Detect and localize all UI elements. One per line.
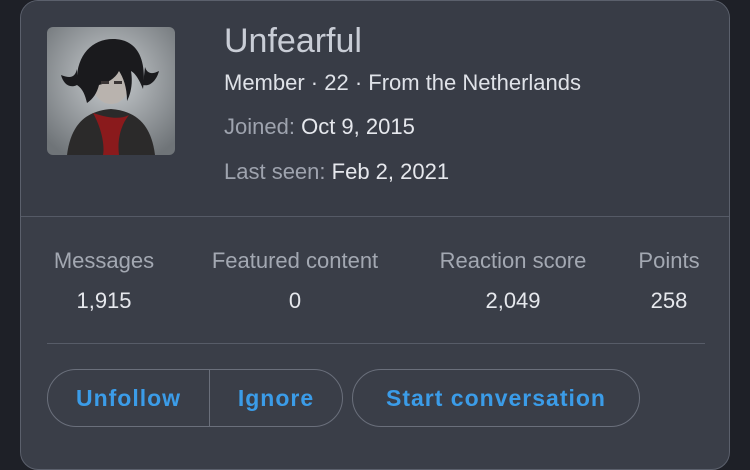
stat-points[interactable]: Points 258 <box>631 247 707 315</box>
last-seen-row: Last seen: Feb 2, 2021 <box>224 158 449 186</box>
stat-reaction-score[interactable]: Reaction score 2,049 <box>427 247 599 315</box>
profile-header: Unfearful Member · 22 · From the Netherl… <box>21 1 729 217</box>
joined-label: Joined: <box>224 114 295 139</box>
stat-label: Messages <box>53 248 155 273</box>
divider <box>47 343 705 344</box>
member-tooltip-card: Unfearful Member · 22 · From the Netherl… <box>20 0 730 470</box>
stat-value: 258 <box>650 288 688 313</box>
stat-value: 0 <box>288 288 302 313</box>
stat-label: Reaction score <box>439 248 587 273</box>
stat-label: Featured content <box>211 248 379 273</box>
avatar-image <box>47 27 175 155</box>
ignore-button[interactable]: Ignore <box>210 370 342 426</box>
stat-label: Points <box>638 248 700 273</box>
stat-featured-content[interactable]: Featured content 0 <box>197 247 393 315</box>
joined-date: Oct 9, 2015 <box>301 114 415 139</box>
avatar[interactable] <box>47 27 175 155</box>
stat-value: 2,049 <box>485 288 541 313</box>
last-seen-date: Feb 2, 2021 <box>331 159 450 184</box>
joined-row: Joined: Oct 9, 2015 <box>224 113 415 141</box>
stat-value: 1,915 <box>76 288 132 313</box>
follow-ignore-button-group: Unfollow Ignore <box>47 369 343 427</box>
member-meta: Member · 22 · From the Netherlands <box>224 70 582 95</box>
unfollow-button[interactable]: Unfollow <box>48 370 210 426</box>
last-seen-label: Last seen: <box>224 159 326 184</box>
start-conversation-button[interactable]: Start conversation <box>352 369 640 427</box>
stat-messages[interactable]: Messages 1,915 <box>47 247 161 315</box>
username[interactable]: Unfearful <box>224 21 362 61</box>
